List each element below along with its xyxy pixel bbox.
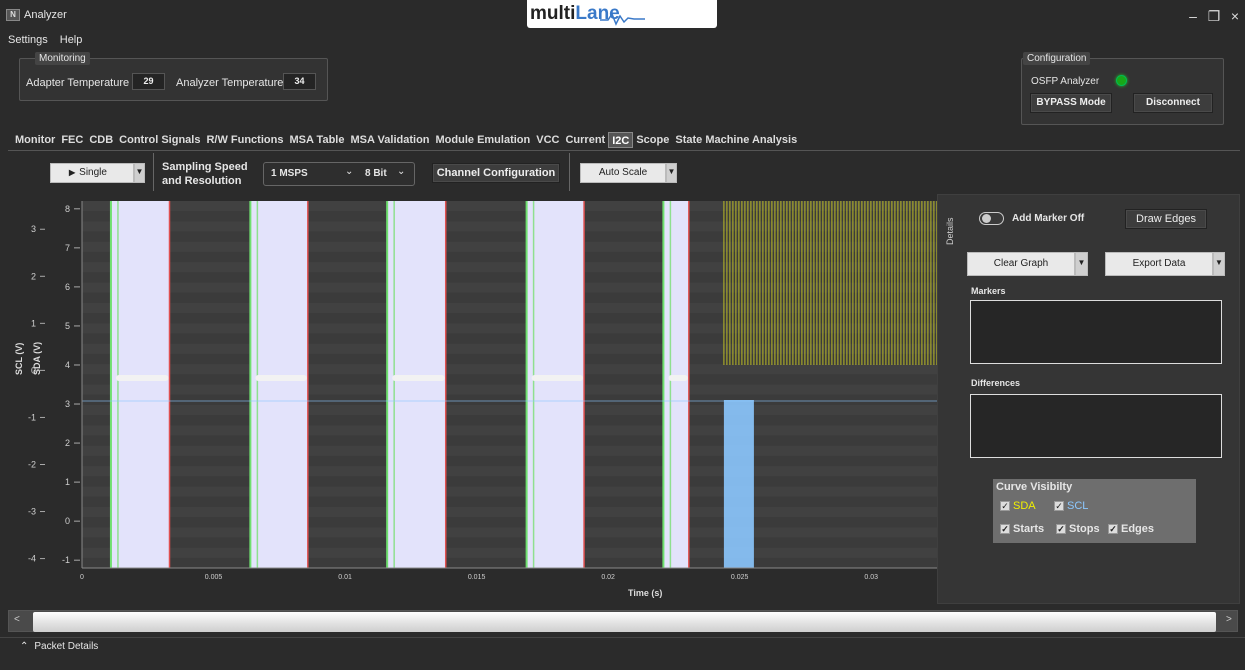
- data-bar: [392, 375, 445, 381]
- starts-checkbox[interactable]: ✓ Starts: [1000, 523, 1044, 535]
- scroll-right-icon[interactable]: >: [1226, 614, 1232, 625]
- sda-axis-label: SDA (V): [32, 341, 42, 375]
- packet-region: [526, 201, 585, 568]
- differences-list[interactable]: [970, 394, 1222, 458]
- sda-checkbox[interactable]: ✓ SDA: [1000, 500, 1036, 512]
- edges-checkbox[interactable]: ✓ Edges: [1108, 523, 1154, 535]
- export-data-dropdown-icon[interactable]: ▼: [1213, 252, 1225, 276]
- disconnect-button[interactable]: Disconnect: [1133, 93, 1213, 113]
- sda-tick-label: 5: [65, 321, 70, 331]
- i2c-chart: 0 0.005 0.01 0.015 0.02 0.025 0.03 3 2 1 0 -1 -2 -3 -4…: [28, 201, 940, 581]
- grid-band: [82, 445, 937, 456]
- grid-band: [82, 405, 937, 415]
- packet-details-expander[interactable]: ⌃ Packet Details: [8, 640, 98, 656]
- scl-tick-label: -2: [28, 459, 36, 469]
- x-tick-label: 0.005: [205, 574, 223, 581]
- scl-trace: [723, 400, 754, 568]
- check-icon: ✓: [1056, 524, 1066, 535]
- packet-details-label: Packet Details: [34, 641, 99, 652]
- configuration-group: [1021, 58, 1224, 125]
- markers-list[interactable]: [970, 300, 1222, 364]
- packet-region: [110, 201, 170, 568]
- connection-status-led-icon: [1116, 75, 1127, 86]
- sda-tick-label: 4: [65, 360, 70, 370]
- configuration-label: Configuration: [1023, 52, 1091, 65]
- scl-tick-label: -3: [28, 507, 36, 517]
- grid-band: [82, 547, 937, 558]
- close-button[interactable]: ×: [1228, 9, 1242, 23]
- packet-region: [387, 201, 446, 568]
- x-tick-label: 0.015: [468, 574, 486, 581]
- x-tick-label: 0.01: [338, 574, 352, 581]
- scl-tick-label: -4: [28, 554, 36, 564]
- x-axis-label: Time (s): [628, 588, 663, 598]
- sda-tick-label: 3: [65, 399, 70, 409]
- bypass-mode-button[interactable]: BYPASS Mode: [1030, 93, 1112, 113]
- x-tick-label: 0.02: [601, 574, 615, 581]
- grid-band: [82, 201, 937, 211]
- sda-tick-label: 0: [65, 516, 70, 526]
- grid-band: [82, 486, 937, 497]
- x-tick-label: 0.025: [731, 574, 749, 581]
- grid-band: [82, 527, 937, 538]
- clear-graph-dropdown-icon[interactable]: ▼: [1075, 252, 1088, 276]
- packet-divider: [0, 637, 1245, 638]
- scl-tick-label: 3: [31, 224, 36, 234]
- check-icon: ✓: [1108, 524, 1118, 535]
- sda-tick-label: 8: [65, 204, 70, 214]
- scl-axis-label: SCL (V): [14, 342, 24, 375]
- clear-graph-button[interactable]: Clear Graph: [967, 252, 1075, 276]
- data-bar: [668, 375, 688, 381]
- check-icon: ✓: [1000, 524, 1010, 535]
- grid-band: [82, 466, 937, 477]
- grid-band: [82, 221, 937, 232]
- data-bar: [115, 375, 169, 381]
- sda-tick-label: 7: [65, 243, 70, 253]
- draw-edges-button[interactable]: Draw Edges: [1125, 209, 1207, 229]
- sda-tick-label: 6: [65, 282, 70, 292]
- packet-region: [663, 201, 689, 568]
- differences-label: Differences: [971, 378, 1021, 388]
- add-marker-label: Add Marker Off: [1012, 213, 1085, 224]
- chevron-up-icon: ⌃: [20, 641, 29, 652]
- sda-tick-label: 1: [65, 477, 70, 487]
- grid-band: [82, 282, 937, 293]
- data-bar: [531, 375, 584, 381]
- grid-band: [82, 262, 937, 273]
- packet-region: [250, 201, 308, 568]
- data-bar: [255, 375, 307, 381]
- grid-band: [82, 364, 937, 375]
- curve-visibility-label: Curve Visibilty: [996, 481, 1073, 493]
- scl-tick-label: 2: [31, 271, 36, 281]
- stops-checkbox[interactable]: ✓ Stops: [1056, 523, 1100, 535]
- scl-checkbox[interactable]: ✓ SCL: [1054, 500, 1088, 512]
- add-marker-toggle[interactable]: [979, 212, 1004, 225]
- sda-tick-label: 2: [65, 438, 70, 448]
- grid-band: [82, 241, 937, 252]
- scroll-left-icon[interactable]: <: [14, 614, 20, 625]
- check-icon: ✓: [1054, 501, 1064, 512]
- minimize-button[interactable]: –: [1186, 9, 1200, 23]
- scl-tick-label: 1: [31, 318, 36, 328]
- sda-tick-label: -1: [62, 555, 70, 565]
- grid-band: [82, 384, 937, 395]
- x-tick-label: 0.03: [864, 574, 878, 581]
- grid-band: [82, 303, 937, 313]
- x-tick-label: 0: [80, 574, 84, 581]
- scroll-thumb[interactable]: [33, 612, 1216, 632]
- grid-band: [82, 343, 937, 354]
- grid-band: [82, 425, 937, 436]
- scl-tick-label: -1: [28, 412, 36, 422]
- markers-label: Markers: [971, 286, 1006, 296]
- grid-band: [82, 507, 937, 517]
- grid-band: [82, 323, 937, 334]
- restore-button[interactable]: ❐: [1207, 9, 1221, 23]
- check-icon: ✓: [1000, 501, 1010, 512]
- export-data-button[interactable]: Export Data: [1105, 252, 1213, 276]
- device-name: OSFP Analyzer: [1031, 76, 1100, 87]
- details-tab-label[interactable]: Details: [945, 217, 955, 245]
